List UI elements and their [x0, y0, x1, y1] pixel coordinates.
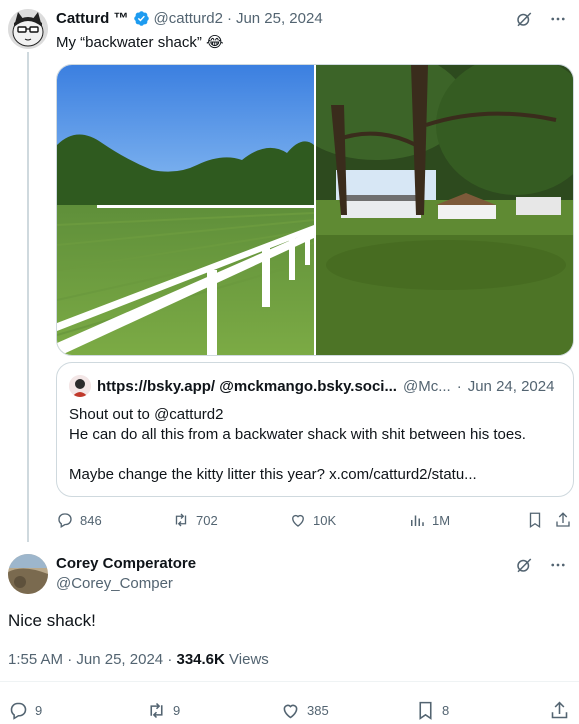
repost-count: 9 — [173, 703, 181, 718]
bookmark-button[interactable]: 8 — [415, 700, 449, 721]
oak-trees-barn-photo — [316, 65, 573, 355]
reply-icon — [10, 702, 27, 720]
media-photo-1[interactable] — [57, 65, 314, 355]
reply-date[interactable]: Jun 25, 2024 — [76, 651, 163, 668]
verified-badge-icon — [133, 11, 149, 26]
quote-date[interactable]: Jun 24, 2024 — [468, 378, 555, 395]
quoted-tweet[interactable]: https://bsky.app/ @mckmango.bsky.soci...… — [56, 362, 574, 497]
share-button[interactable] — [554, 511, 572, 529]
bookmark-icon — [529, 512, 541, 529]
repost-count: 702 — [196, 512, 218, 528]
reply-author-handle[interactable]: @Corey_Comper — [56, 575, 173, 592]
reply-time[interactable]: 1:55 AM — [8, 651, 63, 668]
quote-header: https://bsky.app/ @mckmango.bsky.soci...… — [69, 375, 561, 397]
tweet-date[interactable]: Jun 25, 2024 — [236, 10, 323, 27]
quote-handle[interactable]: @Mc... — [403, 378, 451, 395]
dot-separator: · — [456, 377, 462, 395]
like-count: 10K — [313, 512, 337, 528]
views-button[interactable]: 1M — [408, 511, 450, 529]
person-avatar-icon — [69, 375, 91, 397]
repost-icon — [175, 513, 187, 527]
more-icon[interactable] — [549, 556, 567, 574]
like-button[interactable]: 10K — [289, 511, 336, 529]
reply-top-icons — [515, 556, 567, 574]
repost-button[interactable]: 9 — [146, 700, 180, 721]
reply-count: 9 — [35, 703, 43, 718]
heart-icon — [283, 704, 298, 719]
reply-count: 846 — [80, 512, 102, 528]
cat-avatar-icon — [8, 9, 48, 49]
reply-icon — [58, 513, 72, 528]
reply-author-name[interactable]: Corey Comperatore — [56, 555, 196, 573]
author-name[interactable]: Catturd ™ — [56, 10, 129, 27]
dot-separator: · — [226, 10, 232, 27]
reply-avatar[interactable] — [8, 554, 48, 594]
share-button[interactable] — [549, 700, 570, 721]
views-count: 1M — [432, 512, 451, 528]
reply-views-count: 334.6K — [176, 651, 225, 668]
share-icon — [556, 512, 570, 527]
quote-author-name[interactable]: https://bsky.app/ @mckmango.bsky.soci... — [97, 378, 397, 395]
reply-button[interactable]: 9 — [8, 700, 42, 721]
tweet-media[interactable] — [56, 64, 574, 356]
grok-icon[interactable] — [515, 10, 533, 28]
reply-button[interactable]: 846 — [56, 511, 102, 529]
quote-text: Shout out to @catturd2 He can do all thi… — [69, 405, 561, 485]
thread-line — [27, 52, 29, 542]
bookmark-count: 8 — [442, 703, 450, 718]
grok-icon[interactable] — [515, 556, 533, 574]
reply-name-text[interactable]: Corey Comperatore — [56, 555, 196, 572]
field-fence-photo — [57, 65, 314, 355]
tweet-header: Catturd ™ @catturd2 · Jun 25, 2024 — [56, 10, 323, 27]
media-photo-2[interactable] — [316, 65, 573, 355]
more-icon[interactable] — [549, 10, 567, 28]
tweet-action-bar: 846 702 10K 1M — [56, 508, 574, 532]
reply-meta: 1:55 AM · Jun 25, 2024 · 334.6K Views — [8, 651, 269, 668]
like-button[interactable]: 385 — [280, 700, 329, 721]
quote-avatar[interactable] — [69, 375, 91, 397]
tweet-top-icons — [515, 10, 567, 28]
author-handle[interactable]: @catturd2 — [154, 10, 223, 27]
quote-line: He can do all this from a backwater shac… — [69, 426, 526, 443]
bookmark-icon — [419, 701, 432, 720]
repost-icon — [150, 702, 163, 719]
landscape-avatar-icon — [8, 554, 48, 594]
dot-separator: · — [67, 651, 77, 668]
quote-line — [69, 445, 561, 465]
avatar[interactable] — [8, 9, 48, 49]
quote-line: Maybe change the kitty litter this year?… — [69, 466, 477, 483]
reply-views-label: Views — [229, 651, 269, 668]
repost-button[interactable]: 702 — [172, 511, 218, 529]
quote-line: Shout out to @catturd2 — [69, 406, 224, 423]
views-chart-icon — [411, 515, 424, 526]
reply-text: Nice shack! — [8, 611, 96, 630]
reply-action-bar: 9 9 385 8 — [8, 700, 574, 724]
heart-icon — [292, 514, 304, 527]
bookmark-button[interactable] — [526, 511, 544, 529]
like-count: 385 — [307, 703, 329, 718]
tweet-text: My “backwater shack” 😂 — [56, 34, 224, 51]
share-icon — [551, 701, 568, 719]
divider — [0, 681, 579, 682]
